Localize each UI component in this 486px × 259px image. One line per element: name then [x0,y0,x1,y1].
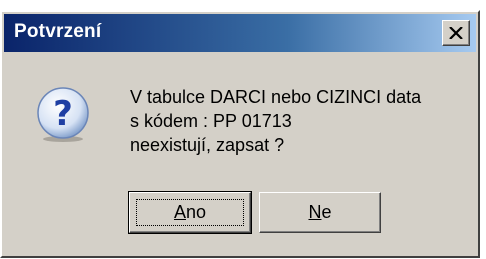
question-icon: ? [37,87,89,142]
close-icon [449,27,463,39]
no-button[interactable]: Ne [259,192,381,233]
yes-button[interactable]: Ano [128,191,252,234]
close-button[interactable] [442,20,470,46]
title-bar[interactable]: Potvrzení [4,14,476,52]
no-button-label: Ne [308,202,332,222]
confirmation-dialog: Potvrzení ? V tabulce DARCI nebo CIZINCI… [0,10,480,258]
dialog-title: Potvrzení [14,21,102,42]
message-line: neexistují, zapsat ? [130,135,285,155]
message-line: s kódem : PP 01713 [130,111,292,131]
message-text: V tabulce DARCI nebo CIZINCI data s kóde… [130,85,475,157]
message-line: V tabulce DARCI nebo CIZINCI data [130,87,422,107]
svg-text:?: ? [53,94,73,134]
yes-button-label: Ano [173,202,207,222]
